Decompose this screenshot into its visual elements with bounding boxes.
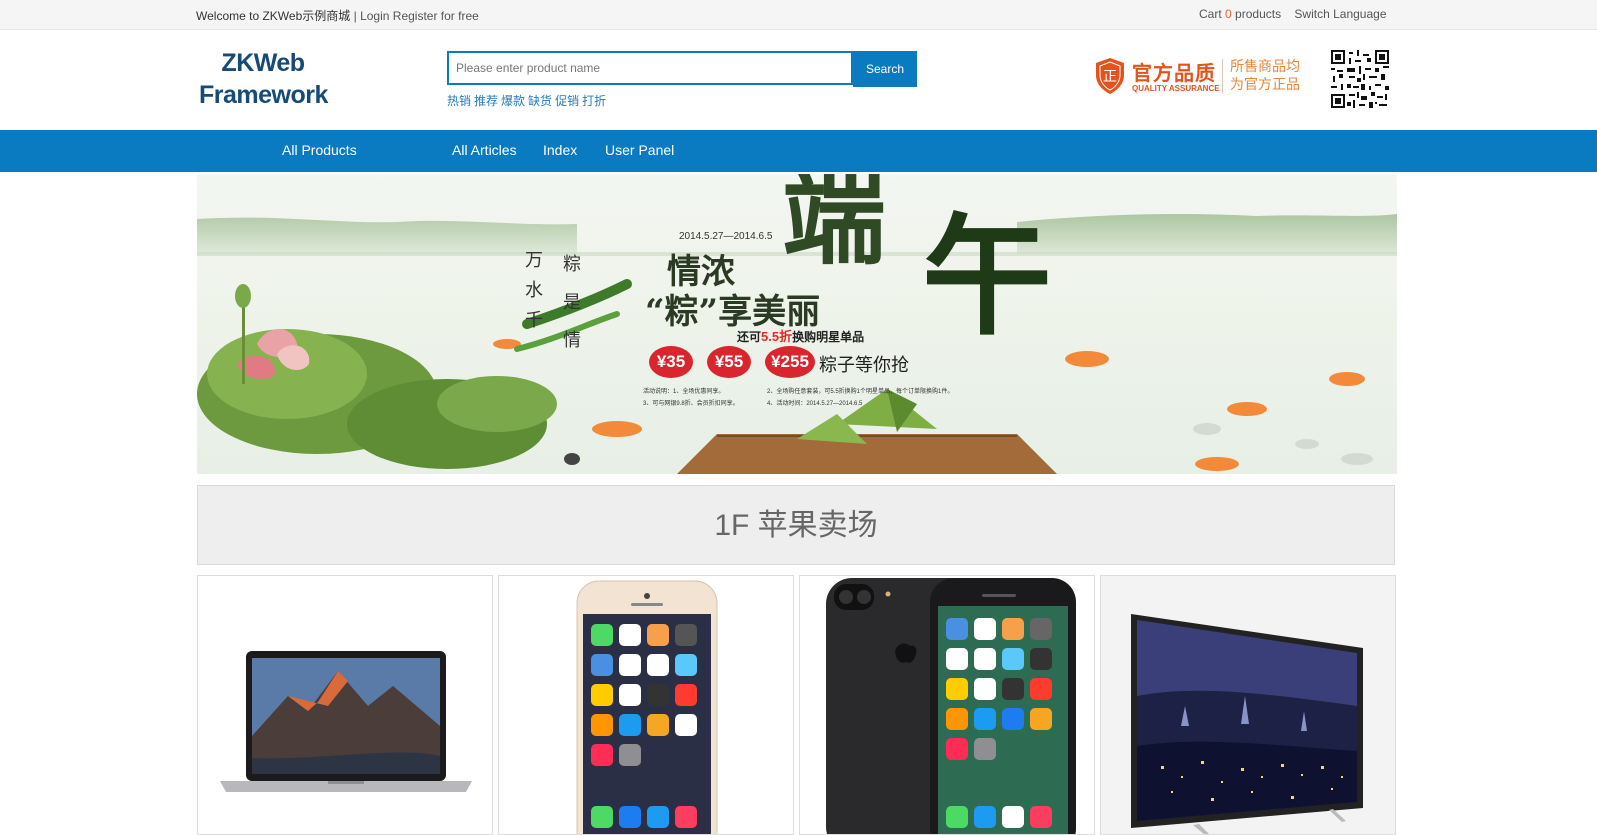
hot-keyword[interactable]: 促销 [555,94,579,108]
laptop-image [220,651,472,792]
nav-all-products[interactable]: All Products [282,142,357,158]
logo-line-1: ZKWeb [221,49,305,77]
rule-1: 活动说明：1、全场优惠同享。 [643,389,725,395]
rule-3: 3、可与网银9.8折、会员折扣同享。 [643,401,739,407]
banner-promo: 还可5.5折换购明星单品 [737,326,864,345]
cart-label: Cart [1199,7,1222,21]
top-bar-right: Cart 0 products Switch Language [1199,7,1387,21]
register-link[interactable]: Register for free [393,9,479,23]
hot-keyword[interactable]: 热销 [447,94,471,108]
shield-icon: 正 [1096,58,1124,94]
product-grid [197,575,1397,835]
main-nav: All Products All Articles Index User Pan… [0,130,1597,172]
search-input[interactable] [449,53,851,83]
banner-date: 2014.5.27—2014.6.5 [679,231,773,242]
top-bar: Welcome to ZKWeb示例商城 | Login Register fo… [0,0,1597,30]
cart-suffix: products [1235,7,1282,21]
logo-line-2: Framework [199,81,328,109]
banner-poem-col-1: 万水千 [525,250,543,331]
hot-keywords: 热销 推荐 爆款 缺货 促销 打折 [447,92,609,109]
television-image [1101,576,1395,834]
login-link[interactable]: Login [360,9,389,23]
promo-suffix: 换购明星单品 [792,330,865,344]
quality-title: 官方品质 [1132,63,1216,85]
site-logo[interactable]: ZKWeb Framework [199,47,328,111]
hot-keyword[interactable]: 推荐 [474,94,498,108]
price-badge: ¥255 [765,346,815,378]
nav-all-articles[interactable]: All Articles [452,142,517,158]
header: ZKWeb Framework Search 热销推荐爆款缺货促销打折 正 官方… [0,30,1597,130]
hot-keyword[interactable]: 缺货 [528,94,552,108]
divider [1222,59,1223,93]
separator: | [350,9,361,23]
product-card[interactable] [498,575,794,835]
welcome-text: Welcome to ZKWeb示例商城 [196,9,351,23]
product-card[interactable] [799,575,1095,835]
promo-prefix: 还可 [737,330,762,344]
switch-language-link[interactable]: Switch Language [1294,7,1386,21]
quality-desc-line-2: 为官方正品 [1230,76,1300,92]
price-badge: ¥35 [649,346,693,378]
shield-char: 正 [1103,69,1117,85]
hot-keyword[interactable]: 爆款 [501,94,525,108]
qr-code-icon [1331,50,1389,108]
search-button[interactable]: Search [853,51,917,87]
banner-big-char-2: 午 [922,200,1053,353]
banner-poem-col-2: 粽是情 [563,254,581,351]
badges-tail-text: 粽子等你抢 [819,355,909,375]
quality-assurance-badge: 正 官方品质 QUALITY ASSURANCE 所售商品均 为官方正品 [1094,55,1304,99]
iphone-gold-image [576,580,718,834]
cart-link[interactable]: Cart 0 products [1199,7,1281,21]
quality-description: 所售商品均 为官方正品 [1230,57,1300,93]
floor-title: 1F 苹果卖场 [197,485,1395,565]
rule-4: 4、活动时间：2014.5.27—2014.6.5 [767,401,863,407]
quality-subtitle: QUALITY ASSURANCE [1132,84,1220,93]
promo-discount: 5.5折 [761,329,793,344]
cart-count: 0 [1225,7,1232,21]
rule-2: 2、全场购任意套装，可5.5折换购1个明星单品，每个订单限换购1件。 [767,389,954,395]
banner-big-char-1: 端 [782,174,887,279]
product-card[interactable] [197,575,493,835]
iphone-black-image [826,578,1076,834]
search-box [447,51,853,85]
quality-desc-line-1: 所售商品均 [1230,58,1300,74]
promo-banner[interactable]: 2014.5.27—2014.6.5 情浓 端 午 “粽”享美丽 还可5.5折换… [197,174,1397,474]
product-card[interactable] [1100,575,1396,835]
top-bar-left: Welcome to ZKWeb示例商城 | Login Register fo… [196,7,479,24]
price-badge: ¥55 [707,346,751,378]
hot-keyword[interactable]: 打折 [582,94,606,108]
nav-index[interactable]: Index [543,142,577,158]
nav-user-panel[interactable]: User Panel [605,142,674,158]
